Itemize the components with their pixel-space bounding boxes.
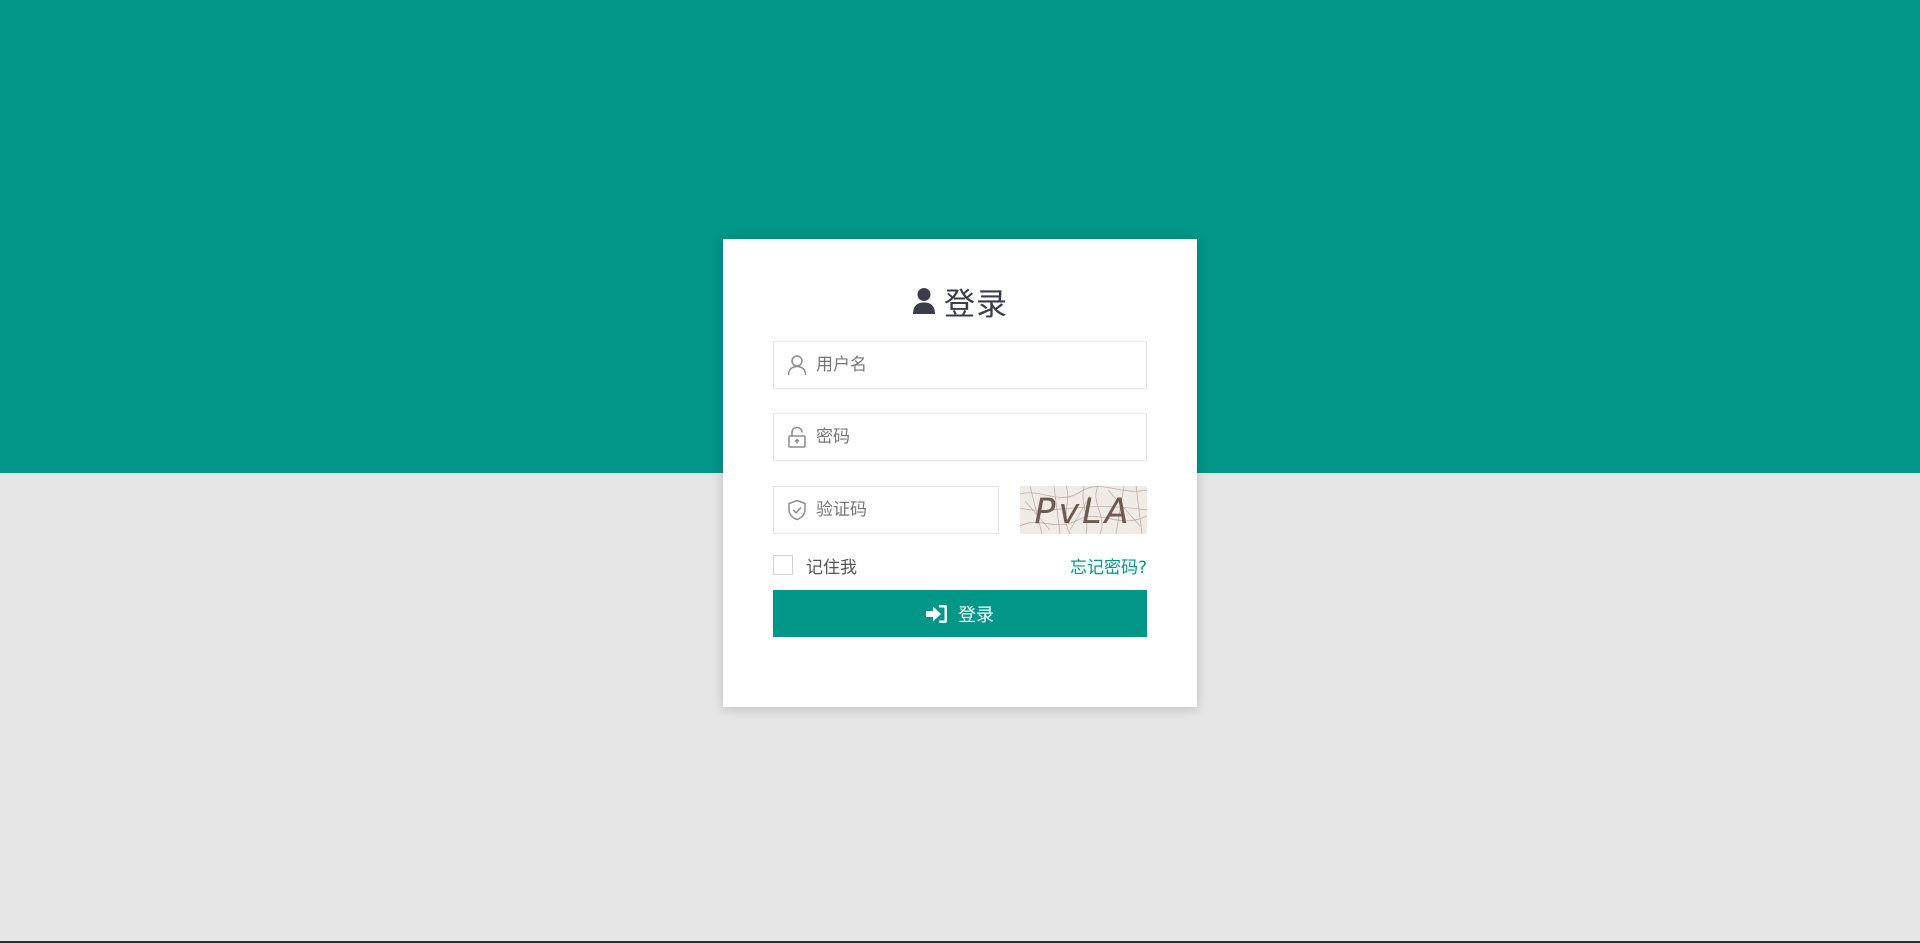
captcha-row: PvLA: [773, 486, 1147, 534]
user-outline-icon: [787, 355, 807, 376]
remember-me-label: 记住我: [806, 557, 857, 578]
remember-me-checkbox[interactable]: [773, 555, 793, 575]
forgot-password-link[interactable]: 忘记密码?: [1070, 553, 1147, 578]
captcha-field[interactable]: [773, 486, 1035, 534]
captcha-input[interactable]: [816, 487, 1035, 533]
login-title: 登录: [773, 281, 1147, 323]
username-input[interactable]: [816, 342, 1146, 388]
user-icon: [913, 288, 935, 314]
password-input[interactable]: [816, 414, 1146, 460]
shield-check-icon: [788, 499, 806, 521]
captcha-text: PvLA: [1034, 492, 1131, 532]
options-row: 记住我 忘记密码?: [773, 552, 1147, 578]
password-field[interactable]: [773, 413, 1147, 461]
unlock-icon: [788, 426, 806, 448]
sign-in-icon: [926, 604, 947, 623]
login-button[interactable]: 登录: [773, 590, 1147, 637]
remember-me[interactable]: 记住我: [773, 553, 857, 578]
login-title-text: 登录: [944, 286, 1008, 323]
login-card: 登录 用户名 验证码 PvLA 记住我 忘记密码? 登录: [723, 239, 1197, 707]
username-field[interactable]: [773, 341, 1147, 389]
login-button-label: 登录: [958, 604, 994, 625]
captcha-image[interactable]: PvLA: [1020, 486, 1147, 534]
